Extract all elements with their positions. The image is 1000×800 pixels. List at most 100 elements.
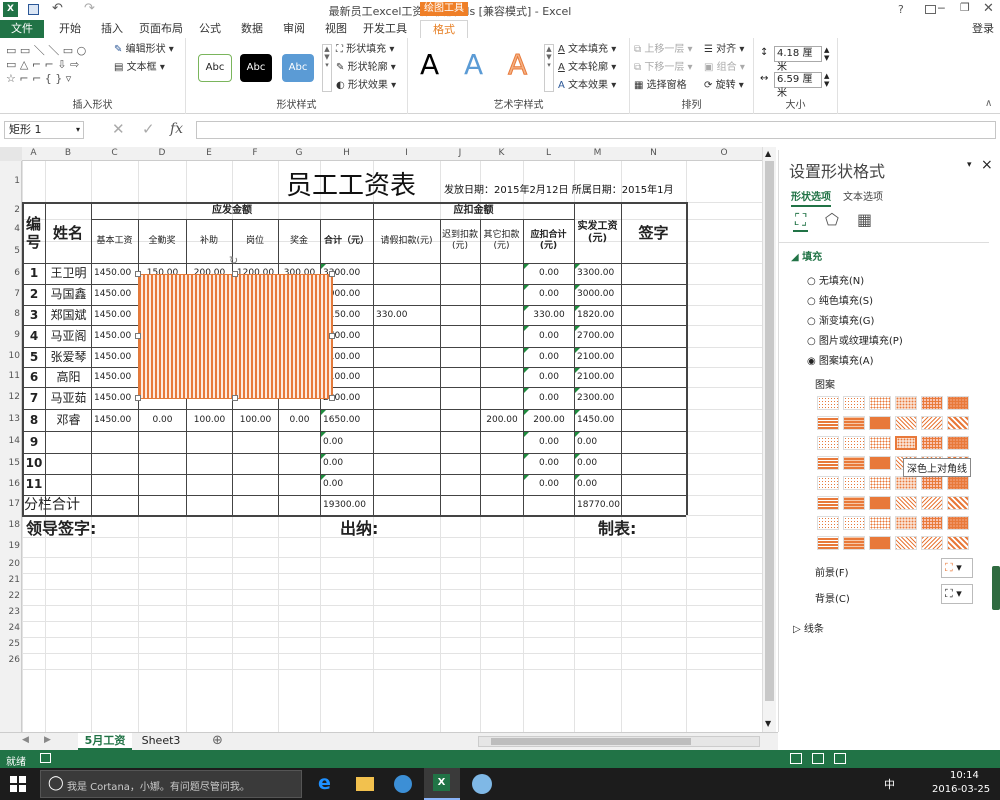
cell-leave[interactable] bbox=[376, 367, 438, 387]
row-header[interactable]: 1 bbox=[0, 176, 20, 188]
fill-section-header[interactable]: ◢ 填充 bbox=[791, 248, 822, 263]
pattern-swatch[interactable] bbox=[869, 536, 891, 550]
pattern-swatch[interactable] bbox=[895, 476, 917, 490]
height-spinner[interactable]: ▲ ▼ bbox=[824, 46, 829, 62]
cell-dtotal[interactable]: 0.00 bbox=[526, 263, 572, 284]
pattern-swatch[interactable] bbox=[843, 516, 865, 530]
tab-formulas[interactable]: 公式 bbox=[190, 20, 230, 38]
cell-no[interactable]: 10 bbox=[25, 453, 43, 474]
pattern-swatch[interactable] bbox=[947, 416, 969, 430]
effects-pentagon-icon[interactable]: ⬠ bbox=[825, 210, 839, 229]
cell-no[interactable]: 4 bbox=[25, 325, 43, 347]
pattern-swatch[interactable] bbox=[843, 476, 865, 490]
tab-view[interactable]: 视图 bbox=[316, 20, 356, 38]
tab-insert[interactable]: 插入 bbox=[92, 20, 132, 38]
cell-name[interactable] bbox=[48, 431, 89, 453]
pattern-swatch[interactable] bbox=[817, 416, 839, 430]
row-header[interactable]: 10 bbox=[0, 351, 20, 363]
pattern-swatch[interactable] bbox=[869, 396, 891, 410]
tab-file[interactable]: 文件 bbox=[0, 20, 44, 38]
pane-options-icon[interactable]: ▾ bbox=[967, 160, 972, 170]
fill-option-radio[interactable]: ◉ 图案填充(A) bbox=[807, 352, 874, 367]
file-explorer-icon[interactable] bbox=[356, 777, 374, 791]
insert-function-icon[interactable]: fx bbox=[170, 121, 183, 137]
pattern-swatch[interactable] bbox=[869, 476, 891, 490]
pattern-swatch[interactable] bbox=[817, 476, 839, 490]
resize-handle[interactable] bbox=[329, 395, 335, 401]
cell-base[interactable]: 1450.00 bbox=[94, 367, 136, 387]
cell-no[interactable]: 9 bbox=[25, 431, 43, 453]
pattern-swatch[interactable] bbox=[921, 476, 943, 490]
resize-handle[interactable] bbox=[232, 395, 238, 401]
cell-other[interactable]: 200.00 bbox=[483, 409, 521, 431]
cell-leave[interactable] bbox=[376, 453, 438, 474]
cell-late[interactable] bbox=[443, 305, 478, 325]
cell-late[interactable] bbox=[443, 284, 478, 305]
cell-dtotal[interactable]: 200.00 bbox=[526, 409, 572, 431]
tab-page-layout[interactable]: 页面布局 bbox=[136, 20, 186, 38]
cell-late[interactable] bbox=[443, 263, 478, 284]
browser-icon[interactable] bbox=[394, 775, 412, 793]
clock-time[interactable]: 10:14 bbox=[950, 770, 979, 781]
text-effects-button[interactable]: A 文本效果 ▾ bbox=[558, 78, 616, 94]
cell-prize[interactable]: 0.00 bbox=[281, 409, 318, 431]
cell-no[interactable]: 7 bbox=[25, 387, 43, 409]
enter-formula-icon[interactable]: ✓ bbox=[142, 120, 155, 138]
cell-other[interactable] bbox=[483, 431, 521, 453]
wordart-blue[interactable]: A bbox=[464, 48, 483, 81]
cell-prize[interactable] bbox=[281, 474, 318, 495]
cell-total[interactable]: 1650.00 bbox=[323, 409, 371, 431]
cell-post[interactable] bbox=[235, 431, 276, 453]
cell-net[interactable]: 1450.00 bbox=[577, 409, 619, 431]
textbox-button[interactable]: ▤ 文本框 ▾ bbox=[114, 60, 165, 76]
macro-record-icon[interactable] bbox=[40, 753, 51, 763]
collapse-ribbon-icon[interactable]: ∧ bbox=[985, 98, 992, 109]
cell-leave[interactable] bbox=[376, 474, 438, 495]
pattern-swatch[interactable] bbox=[817, 536, 839, 550]
fill-option-radio[interactable]: ○ 渐变填充(G) bbox=[807, 312, 874, 327]
pattern-swatch[interactable] bbox=[895, 536, 917, 550]
background-color-picker[interactable]: ⛶ ▾ bbox=[941, 584, 973, 604]
fill-option-radio[interactable]: ○ 纯色填充(S) bbox=[807, 292, 873, 307]
resize-handle[interactable] bbox=[135, 333, 141, 339]
cell-subsidy[interactable] bbox=[189, 474, 230, 495]
cell-name[interactable]: 马亚阁 bbox=[48, 325, 89, 347]
tab-home[interactable]: 开始 bbox=[50, 20, 90, 38]
cell-name[interactable]: 马亚茹 bbox=[48, 387, 89, 409]
cell-leave[interactable] bbox=[376, 431, 438, 453]
shape-effects-button[interactable]: ◐ 形状效果 ▾ bbox=[336, 78, 396, 94]
row-header[interactable]: 7 bbox=[0, 289, 20, 301]
cell-bonus[interactable]: 0.00 bbox=[141, 409, 184, 431]
subtotal-net[interactable]: 18770.00 bbox=[577, 495, 621, 515]
cell-name[interactable] bbox=[48, 453, 89, 474]
cell-bonus[interactable] bbox=[141, 474, 184, 495]
column-header[interactable]: C bbox=[91, 148, 138, 160]
cell-total[interactable]: 0.00 bbox=[323, 453, 371, 474]
page-layout-view-icon[interactable] bbox=[812, 753, 824, 764]
text-fill-button[interactable]: A 文本填充 ▾ bbox=[558, 42, 616, 58]
fill-line-icon[interactable]: ⛶ bbox=[793, 210, 809, 232]
scroll-down-icon[interactable]: ▼ bbox=[765, 719, 771, 728]
horizontal-scrollbar[interactable] bbox=[478, 736, 760, 747]
cell-net[interactable]: 3300.00 bbox=[577, 263, 619, 284]
pattern-swatch[interactable] bbox=[869, 496, 891, 510]
cell-bonus[interactable] bbox=[141, 431, 184, 453]
pattern-swatch[interactable] bbox=[921, 536, 943, 550]
save-icon[interactable] bbox=[28, 4, 39, 15]
wordart-black[interactable]: A bbox=[420, 48, 439, 81]
pattern-swatch[interactable] bbox=[843, 396, 865, 410]
cell-other[interactable] bbox=[483, 284, 521, 305]
tab-text-options[interactable]: 文本选项 bbox=[843, 188, 883, 203]
cell-base[interactable]: 1450.00 bbox=[94, 387, 136, 409]
cell-base[interactable] bbox=[94, 474, 136, 495]
row-header[interactable]: 20 bbox=[0, 559, 20, 571]
cell-other[interactable] bbox=[483, 387, 521, 409]
cell-net[interactable]: 2100.00 bbox=[577, 367, 619, 387]
column-header[interactable]: N bbox=[621, 148, 686, 160]
selection-pane-button[interactable]: ▦ 选择窗格 bbox=[634, 78, 687, 94]
cell-name[interactable]: 马国鑫 bbox=[48, 284, 89, 305]
send-backward-button[interactable]: ⧉ 下移一层 ▾ bbox=[634, 60, 693, 76]
size-properties-icon[interactable]: ▦ bbox=[857, 210, 872, 229]
formula-input[interactable] bbox=[196, 121, 996, 139]
pattern-swatch[interactable] bbox=[843, 536, 865, 550]
